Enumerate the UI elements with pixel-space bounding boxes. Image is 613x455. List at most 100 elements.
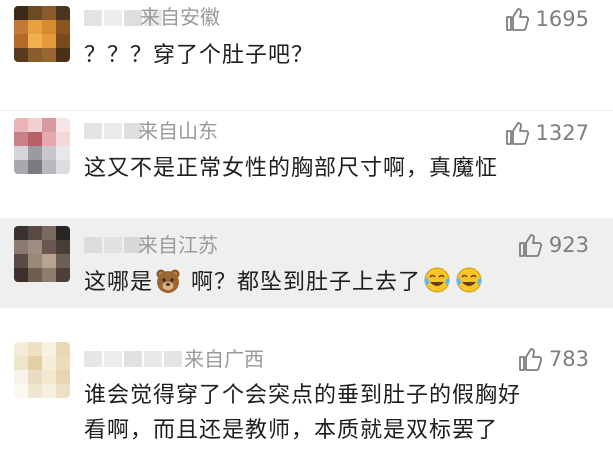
like-count: 783 bbox=[548, 347, 589, 371]
avatar-pixel bbox=[42, 254, 56, 268]
avatar-pixel bbox=[14, 20, 28, 34]
location-label: 来自广西 bbox=[184, 347, 264, 371]
laugh-cry-emoji-icon bbox=[424, 267, 450, 293]
avatar-pixel bbox=[28, 118, 42, 132]
thumbs-up-icon bbox=[505, 8, 529, 31]
avatar-pixel bbox=[56, 118, 70, 132]
avatar-pixel bbox=[42, 160, 56, 174]
username-blurred[interactable] bbox=[84, 120, 142, 142]
location-label: 来自安徽 bbox=[140, 5, 220, 29]
divider bbox=[0, 110, 613, 111]
avatar-pixel bbox=[28, 160, 42, 174]
like-button[interactable]: 923 bbox=[517, 232, 589, 258]
avatar-pixel bbox=[42, 132, 56, 146]
avatar-pixel bbox=[56, 160, 70, 174]
avatar-pixel bbox=[28, 240, 42, 254]
bear-emoji-icon bbox=[156, 269, 180, 293]
avatar-pixel bbox=[56, 20, 70, 34]
avatar-pixel bbox=[56, 384, 70, 398]
comment-item: 来自山东 1327 这又不是正常女性的胸部尺寸啊，真魔怔 bbox=[0, 112, 613, 216]
comment-text-part: 啊？都坠到肚子上去了 bbox=[183, 270, 422, 295]
avatar[interactable] bbox=[14, 118, 70, 174]
avatar-pixel bbox=[56, 240, 70, 254]
avatar-pixel bbox=[28, 34, 42, 48]
avatar-pixel bbox=[14, 356, 28, 370]
avatar-pixel bbox=[56, 6, 70, 20]
comment-item: 来自安徽 1695 ？？？穿了个肚子吧？ bbox=[0, 0, 613, 98]
avatar-pixel bbox=[56, 146, 70, 160]
username-blurred[interactable] bbox=[84, 234, 142, 256]
avatar-pixel bbox=[42, 342, 56, 356]
avatar-pixel bbox=[56, 34, 70, 48]
avatar-pixel bbox=[42, 118, 56, 132]
avatar[interactable] bbox=[14, 342, 70, 398]
avatar-pixel bbox=[14, 240, 28, 254]
avatar-pixel bbox=[42, 146, 56, 160]
comment-item: 来自广西 783 谁会觉得穿了个会突点的垂到肚子的假胸好 看啊，而且还是教师，本… bbox=[0, 330, 613, 455]
avatar-pixel bbox=[42, 6, 56, 20]
avatar-pixel bbox=[28, 6, 42, 20]
avatar-pixel bbox=[56, 342, 70, 356]
avatar-pixel bbox=[42, 34, 56, 48]
avatar-pixel bbox=[28, 20, 42, 34]
avatar-pixel bbox=[56, 254, 70, 268]
avatar-pixel bbox=[56, 370, 70, 384]
avatar-pixel bbox=[28, 370, 42, 384]
location-label: 来自山东 bbox=[138, 119, 218, 143]
avatar-pixel bbox=[14, 118, 28, 132]
like-count: 923 bbox=[548, 233, 589, 257]
avatar-pixel bbox=[42, 268, 56, 282]
avatar-pixel bbox=[28, 254, 42, 268]
avatar-pixel bbox=[28, 48, 42, 62]
thumbs-up-icon bbox=[505, 122, 529, 145]
thumbs-up-icon bbox=[519, 348, 542, 371]
avatar-pixel bbox=[28, 132, 42, 146]
comment-text-line: 看啊，而且还是教师，本质就是双标罢了 bbox=[84, 418, 499, 443]
like-button[interactable]: 1695 bbox=[504, 6, 589, 32]
avatar-pixel bbox=[14, 48, 28, 62]
avatar-pixel bbox=[14, 226, 28, 240]
avatar-pixel bbox=[14, 342, 28, 356]
avatar-pixel bbox=[14, 268, 28, 282]
avatar-pixel bbox=[14, 6, 28, 20]
avatar-pixel bbox=[42, 48, 56, 62]
avatar[interactable] bbox=[14, 6, 70, 62]
avatar-pixel bbox=[56, 356, 70, 370]
avatar-pixel bbox=[28, 268, 42, 282]
thumbs-up-icon bbox=[519, 234, 542, 257]
comment-text-part: 这哪是 bbox=[84, 270, 154, 295]
avatar-pixel bbox=[56, 48, 70, 62]
comment-text: 这又不是正常女性的胸部尺寸啊，真魔怔 bbox=[84, 156, 499, 181]
avatar-pixel bbox=[56, 226, 70, 240]
avatar-pixel bbox=[28, 226, 42, 240]
like-count: 1327 bbox=[535, 121, 589, 145]
avatar-pixel bbox=[14, 370, 28, 384]
location-label: 来自江苏 bbox=[138, 233, 218, 257]
comment-text-line: 谁会觉得穿了个会突点的垂到肚子的假胸好 bbox=[84, 383, 522, 408]
username-blurred[interactable] bbox=[84, 348, 182, 370]
avatar-pixel bbox=[56, 268, 70, 282]
avatar-pixel bbox=[42, 370, 56, 384]
like-button[interactable]: 1327 bbox=[504, 120, 589, 146]
comment-text: ？？？穿了个肚子吧？ bbox=[84, 43, 315, 68]
like-button[interactable]: 783 bbox=[517, 346, 589, 372]
comment-item: 来自江苏 923 这哪是 啊？都坠到肚子上去了 bbox=[0, 218, 613, 308]
avatar-pixel bbox=[42, 226, 56, 240]
avatar-pixel bbox=[14, 132, 28, 146]
avatar-pixel bbox=[28, 146, 42, 160]
avatar-pixel bbox=[28, 342, 42, 356]
avatar-pixel bbox=[14, 146, 28, 160]
comment-text: 这哪是 啊？都坠到肚子上去了 bbox=[84, 266, 485, 299]
avatar-pixel bbox=[14, 254, 28, 268]
avatar-pixel bbox=[14, 384, 28, 398]
avatar-pixel bbox=[28, 384, 42, 398]
avatar-pixel bbox=[56, 132, 70, 146]
like-count: 1695 bbox=[535, 7, 589, 31]
avatar-pixel bbox=[42, 240, 56, 254]
avatar-pixel bbox=[28, 356, 42, 370]
avatar-pixel bbox=[14, 34, 28, 48]
avatar[interactable] bbox=[14, 226, 70, 282]
avatar-pixel bbox=[14, 160, 28, 174]
avatar-pixel bbox=[42, 20, 56, 34]
avatar-pixel bbox=[42, 384, 56, 398]
